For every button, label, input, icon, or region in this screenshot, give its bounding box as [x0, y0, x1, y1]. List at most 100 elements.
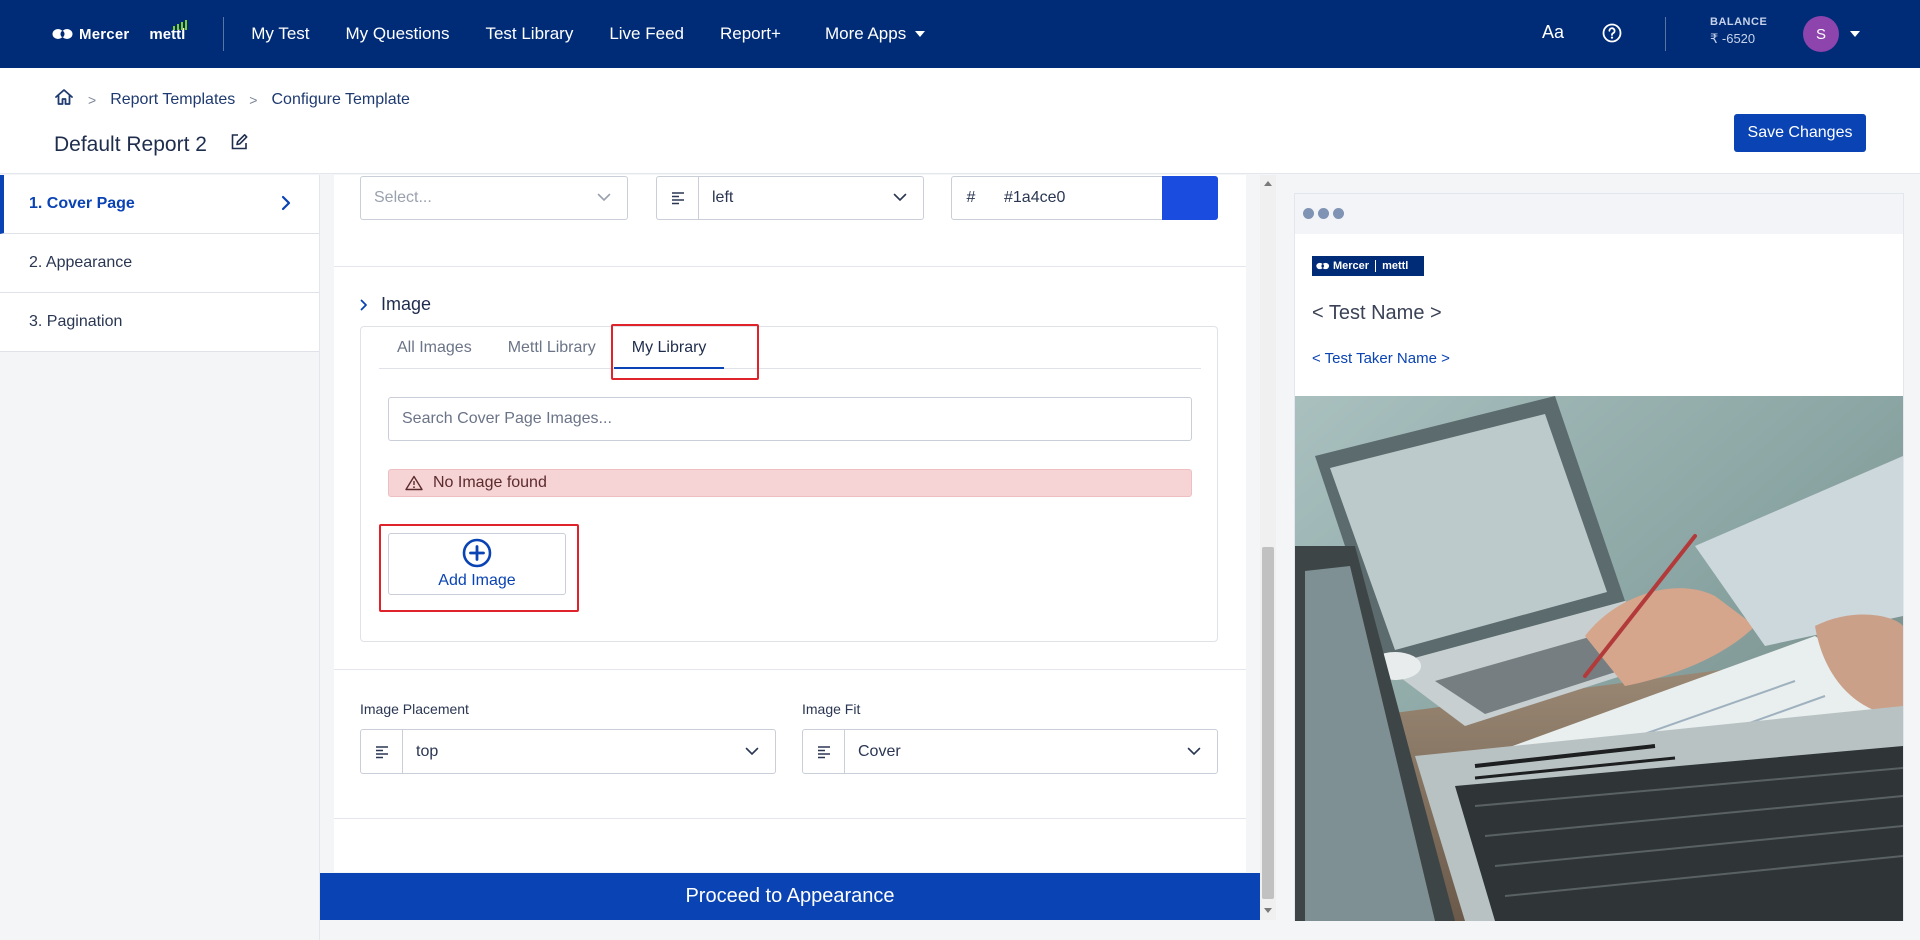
- image-picker: All Images Mettl Library My Library No I…: [360, 324, 1218, 642]
- section-divider: [334, 266, 1246, 267]
- preview-test-name: < Test Name >: [1312, 302, 1442, 324]
- sidebar-item-cover-page[interactable]: 1. Cover Page: [0, 175, 319, 234]
- image-fit-label: Image Fit: [802, 701, 861, 717]
- sidebar: 1. Cover Page 2. Appearance 3. Paginatio…: [0, 175, 320, 940]
- font-select[interactable]: Select...: [360, 176, 628, 220]
- image-fit-select[interactable]: Cover: [802, 729, 1218, 774]
- mercer-mark-icon: [52, 29, 73, 39]
- sidebar-item-pagination[interactable]: 3. Pagination: [0, 293, 319, 352]
- nav-divider: [223, 17, 225, 51]
- chevron-down-icon: [893, 193, 907, 202]
- breadcrumb-separator: >: [88, 91, 97, 108]
- mercer-logo: Mercer: [52, 26, 129, 43]
- page-title-text: Default Report 2: [54, 133, 207, 156]
- image-placement-select[interactable]: top: [360, 729, 776, 774]
- help-icon[interactable]: [1602, 23, 1622, 48]
- brand-logo[interactable]: Mercer mettl: [52, 0, 188, 68]
- dot-icon: [1318, 208, 1329, 219]
- warning-icon: [405, 475, 423, 491]
- nav-my-questions[interactable]: My Questions: [346, 24, 450, 44]
- chevron-down-icon: [1187, 747, 1201, 755]
- no-image-alert: No Image found: [388, 469, 1192, 497]
- image-section-header[interactable]: Image: [360, 294, 431, 315]
- color-input[interactable]: # #1a4ce0: [951, 176, 1218, 220]
- cover-page-preview: Mercer mettl < Test Name > < Test Taker …: [1294, 193, 1904, 921]
- balance-display: BALANCE ₹ -6520: [1710, 16, 1767, 47]
- align-left-icon: [657, 177, 699, 219]
- add-image-button[interactable]: Add Image: [388, 533, 566, 595]
- breadcrumb: > Report Templates > Configure Template: [54, 88, 410, 111]
- sidebar-item-appearance[interactable]: 2. Appearance: [0, 234, 319, 293]
- tab-all-images[interactable]: All Images: [379, 327, 490, 369]
- top-navbar: Mercer mettl My Test My Questions Test L…: [0, 0, 1920, 68]
- section-divider: [334, 669, 1246, 670]
- avatar-caret-down-icon[interactable]: [1850, 31, 1860, 37]
- align-left-icon: [361, 730, 403, 773]
- preview-header: Mercer mettl < Test Name > < Test Taker …: [1295, 234, 1903, 396]
- page-title: Default Report 2: [54, 132, 249, 158]
- chevron-right-icon: [281, 195, 291, 216]
- user-avatar[interactable]: S: [1803, 16, 1839, 52]
- alert-text: No Image found: [433, 474, 547, 491]
- breadcrumb-configure-template: Configure Template: [271, 90, 410, 108]
- nav-report-plus[interactable]: Report+: [720, 24, 781, 44]
- nav-live-feed[interactable]: Live Feed: [609, 24, 684, 44]
- scroll-up-arrow-icon[interactable]: [1264, 181, 1272, 186]
- dot-icon: [1333, 208, 1344, 219]
- highlight-box-my-library: [611, 324, 759, 380]
- preview-logo: Mercer mettl: [1312, 256, 1424, 276]
- page-header: > Report Templates > Configure Template …: [0, 68, 1920, 174]
- add-image-label: Add Image: [438, 572, 516, 589]
- logo-divider: [1375, 260, 1377, 272]
- edit-icon[interactable]: [229, 132, 249, 158]
- balance-label: BALANCE: [1710, 16, 1768, 28]
- mercer-text: Mercer: [79, 25, 130, 43]
- align-left-icon: [803, 730, 845, 773]
- breadcrumb-report-templates[interactable]: Report Templates: [110, 91, 235, 109]
- scroll-down-arrow-icon[interactable]: [1264, 908, 1272, 913]
- scrollbar-thumb[interactable]: [1262, 547, 1274, 899]
- balance-value: ₹ -6520: [1710, 31, 1756, 46]
- image-search-input[interactable]: [388, 397, 1192, 441]
- nav-test-library[interactable]: Test Library: [485, 24, 573, 44]
- color-swatch[interactable]: [1162, 176, 1218, 220]
- preview-logo-mercer: Mercer: [1333, 260, 1370, 272]
- home-icon[interactable]: [54, 88, 74, 111]
- more-apps-label: More Apps: [824, 24, 907, 43]
- font-size-toggle[interactable]: Aa: [1542, 22, 1572, 43]
- chevron-down-icon: [745, 747, 759, 755]
- mercer-mark-icon: [1316, 262, 1330, 270]
- breadcrumb-separator: >: [249, 91, 258, 108]
- preview-test-taker-name: < Test Taker Name >: [1312, 350, 1450, 367]
- image-placement-value: top: [416, 742, 439, 760]
- mettl-logo: mettl: [149, 19, 188, 43]
- image-fit-value: Cover: [858, 742, 901, 760]
- window-dots: [1303, 208, 1348, 219]
- main-content: Select... left # #1a4ce0 Image All Image…: [320, 175, 1276, 940]
- save-changes-button[interactable]: Save Changes: [1734, 114, 1866, 152]
- nav-my-test[interactable]: My Test: [251, 24, 309, 44]
- nav-right-divider: [1665, 17, 1666, 51]
- hash-icon: #: [966, 189, 976, 206]
- mettl-bars-icon: [173, 19, 188, 30]
- tab-mettl-library[interactable]: Mettl Library: [490, 327, 614, 369]
- proceed-to-appearance-button[interactable]: Proceed to Appearance: [320, 873, 1260, 920]
- text-align-value: left: [712, 189, 734, 206]
- preview-logo-mettl: mettl: [1382, 260, 1409, 272]
- text-align-select[interactable]: left: [656, 176, 924, 220]
- nav-links: My Test My Questions Test Library Live F…: [251, 24, 961, 44]
- image-tabs: All Images Mettl Library My Library: [379, 327, 1201, 369]
- panel-scrollbar[interactable]: [1260, 175, 1276, 920]
- chevron-down-icon: [597, 193, 611, 202]
- font-select-placeholder: Select...: [374, 189, 432, 206]
- config-panel: Select... left # #1a4ce0 Image All Image…: [334, 175, 1246, 872]
- preview-cover-image: [1295, 396, 1903, 921]
- image-placement-label: Image Placement: [360, 701, 469, 717]
- caret-down-icon: [915, 31, 926, 37]
- laptop-desk-photo: [1295, 396, 1903, 921]
- nav-more-apps[interactable]: More Apps: [824, 24, 926, 44]
- section-divider: [334, 818, 1246, 819]
- chevron-right-icon: [360, 299, 367, 310]
- image-section-title: Image: [381, 294, 432, 314]
- sidebar-item-label: 3. Pagination: [29, 313, 123, 330]
